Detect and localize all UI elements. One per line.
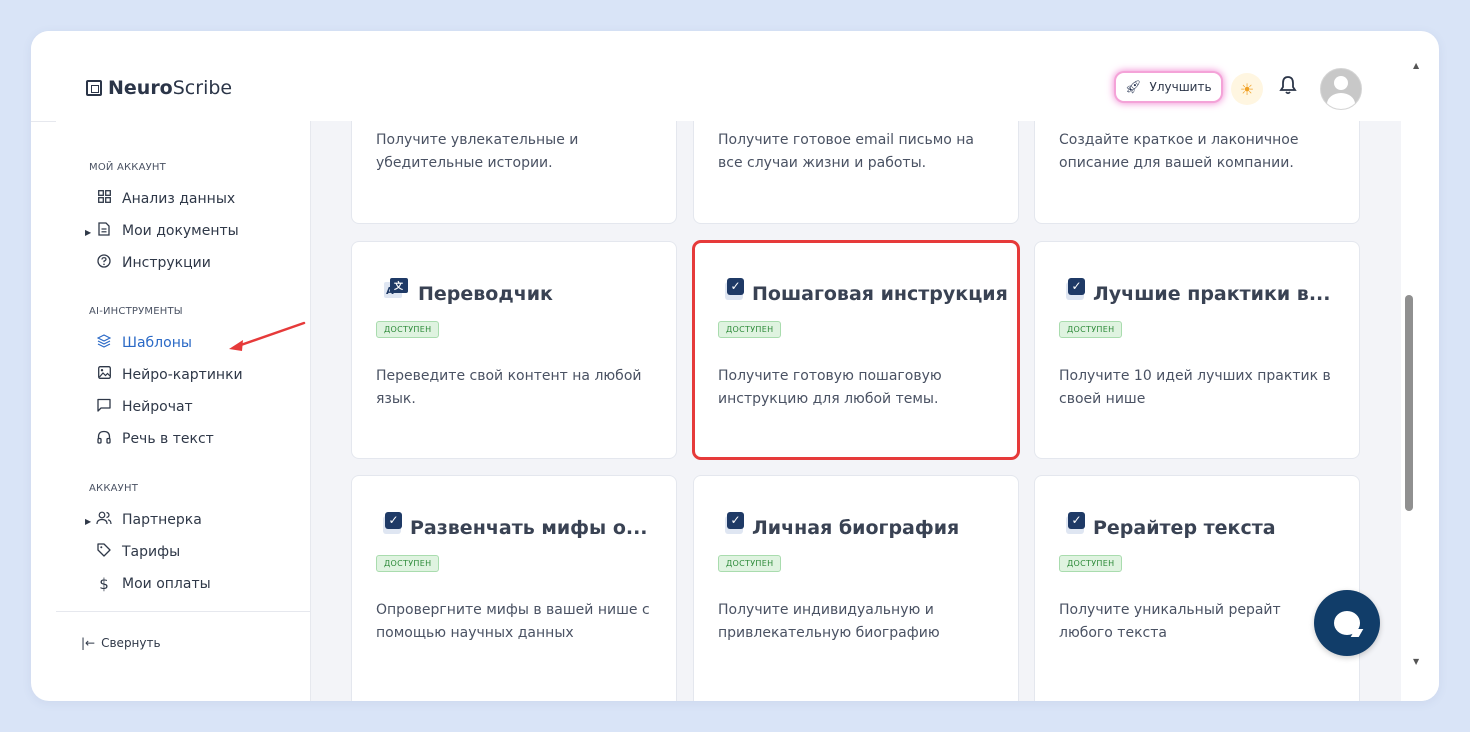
sidebar-item-tariffs[interactable]: Тарифы [96, 543, 180, 561]
checkbox-icon: ✓ [1066, 512, 1085, 534]
logo-icon [86, 80, 102, 96]
chat-bubble-icon [1334, 611, 1360, 635]
avatar[interactable] [1320, 68, 1362, 110]
logo-bold: Neuro [108, 77, 173, 99]
card-description: Получите готовую пошаговую инструкцию дл… [718, 368, 942, 407]
sidebar-item-templates[interactable]: Шаблоны [96, 334, 192, 352]
collapse-label: Свернуть [101, 636, 161, 650]
status-badge: ДОСТУПЕН [376, 321, 440, 338]
sidebar-item-partners[interactable]: Партнерка [96, 511, 202, 529]
card-title: Рерайтер текста [1093, 517, 1276, 539]
sidebar-item-speech-to-text[interactable]: Речь в текст [96, 430, 214, 448]
tag-icon [96, 543, 112, 561]
bell-icon[interactable] [1279, 75, 1297, 100]
sidebar-item-label: Инструкции [122, 255, 211, 271]
templates-grid: Получите увлекательные и убедительные ис… [311, 121, 1401, 701]
image-icon [96, 366, 112, 383]
card-description: Получите увлекательные и убедительные ис… [376, 132, 579, 171]
sidebar-item-my-payments[interactable]: $ Мои оплаты [96, 575, 211, 593]
template-card-rewriter[interactable]: ✓ Рерайтер текста ДОСТУПЕН Получите уник… [1034, 475, 1360, 701]
card-title: Развенчать мифы о... [410, 517, 648, 539]
support-chat-button[interactable] [1314, 590, 1380, 656]
dollar-icon: $ [99, 575, 109, 593]
sidebar-item-instructions[interactable]: Инструкции [96, 254, 211, 272]
help-circle-icon [96, 254, 112, 272]
collapse-left-icon: |← [81, 636, 96, 650]
section-title-account: АККАУНТ [89, 483, 139, 494]
template-card[interactable]: Получите увлекательные и убедительные ис… [351, 121, 677, 224]
card-title: Лучшие практики в... [1093, 283, 1331, 305]
sidebar-item-label: Шаблоны [122, 335, 192, 351]
chat-icon [96, 398, 112, 416]
annotation-arrow-icon [229, 321, 306, 351]
sidebar-item-data-analysis[interactable]: Анализ данных [96, 190, 235, 207]
checkbox-icon: ✓ [383, 512, 402, 534]
template-card[interactable]: Создайте краткое и лаконичное описание д… [1034, 121, 1360, 224]
card-description: Создайте краткое и лаконичное описание д… [1059, 132, 1299, 171]
svg-text:A: A [386, 286, 394, 297]
logo[interactable]: Neuro Scribe [86, 77, 232, 99]
upgrade-button[interactable]: 🚀︎ Улучшить [1116, 73, 1221, 101]
template-card-translator[interactable]: A文 Переводчик ДОСТУПЕН Переведите свой к… [351, 241, 677, 459]
template-card[interactable]: Получите готовое email письмо на все слу… [693, 121, 1019, 224]
card-title: Пошаговая инструкция [752, 283, 1008, 305]
card-description: Опровергните мифы в вашей нише с помощью… [376, 602, 650, 641]
card-description: Получите индивидуальную и привлекательну… [718, 602, 940, 641]
sidebar-item-label: Нейро-картинки [122, 366, 243, 383]
template-card-step-by-step[interactable]: ✓ Пошаговая инструкция ДОСТУПЕН Получите… [692, 240, 1020, 460]
card-description: Переведите свой контент на любой язык. [376, 368, 642, 407]
sidebar-item-label: Тарифы [122, 544, 181, 560]
status-badge: ДОСТУПЕН [718, 321, 782, 338]
sidebar-item-neuro-images[interactable]: Нейро-картинки [96, 366, 243, 383]
vertical-scrollbar[interactable]: ▲ ▼ [1401, 61, 1439, 701]
expand-caret-icon[interactable]: ▶ [85, 228, 91, 237]
scrollbar-thumb[interactable] [1405, 295, 1413, 511]
grid-icon [96, 190, 112, 207]
status-badge: ДОСТУПЕН [1059, 555, 1123, 572]
expand-caret-icon[interactable]: ▶ [85, 517, 91, 526]
sidebar: МОЙ АККАУНТ Анализ данных ▶ Мои документ… [56, 121, 311, 701]
sidebar-item-label: Речь в текст [122, 431, 214, 447]
sidebar-item-neurochat[interactable]: Нейрочат [96, 398, 193, 416]
sidebar-item-label: Партнерка [122, 512, 202, 528]
svg-text:文: 文 [393, 280, 404, 292]
status-badge: ДОСТУПЕН [1059, 321, 1123, 338]
card-description: Получите 10 идей лучших практик в своей … [1059, 368, 1331, 407]
headphones-icon [96, 430, 112, 448]
section-title-ai-tools: AI-ИНСТРУМЕНТЫ [89, 306, 183, 317]
status-badge: ДОСТУПЕН [718, 555, 782, 572]
top-header: Neuro Scribe 🚀︎ Улучшить ☀ [31, 31, 1401, 122]
sidebar-item-label: Анализ данных [122, 190, 236, 207]
card-title: Личная биография [752, 517, 960, 539]
sidebar-item-my-documents[interactable]: Мои документы [96, 222, 239, 240]
checkbox-icon: ✓ [725, 278, 744, 300]
checkbox-icon: ✓ [725, 512, 744, 534]
layers-icon [96, 334, 112, 352]
template-card-biography[interactable]: ✓ Личная биография ДОСТУПЕН Получите инд… [693, 475, 1019, 701]
sidebar-item-label: Мои оплаты [122, 576, 211, 592]
checkbox-icon: ✓ [1066, 278, 1085, 300]
status-badge: ДОСТУПЕН [376, 555, 440, 572]
document-icon [96, 222, 112, 240]
translate-icon: A文 [384, 278, 408, 298]
card-description: Получите уникальный рерайт любого текста [1059, 602, 1281, 641]
section-title-my-account: МОЙ АККАУНТ [89, 162, 166, 173]
template-card-debunk-myths[interactable]: ✓ Развенчать мифы о... ДОСТУПЕН Опроверг… [351, 475, 677, 701]
upgrade-label: Улучшить [1149, 80, 1212, 94]
sidebar-item-label: Мои документы [122, 223, 239, 239]
template-card-best-practices[interactable]: ✓ Лучшие практики в... ДОСТУПЕН Получите… [1034, 241, 1360, 459]
card-title: Переводчик [418, 283, 553, 305]
users-icon [96, 511, 112, 529]
sidebar-divider [56, 611, 310, 612]
scroll-up-icon[interactable]: ▲ [1413, 61, 1419, 70]
app-window: Neuro Scribe 🚀︎ Улучшить ☀ МОЙ АККАУНТ Ан… [31, 31, 1439, 701]
theme-toggle-sun-icon[interactable]: ☀ [1231, 73, 1263, 105]
card-description: Получите готовое email письмо на все слу… [718, 132, 975, 171]
rocket-icon: 🚀︎ [1125, 79, 1142, 95]
sidebar-item-label: Нейрочат [122, 399, 193, 415]
collapse-sidebar-button[interactable]: |← Свернуть [81, 636, 161, 650]
logo-regular: Scribe [172, 77, 233, 99]
scroll-down-icon[interactable]: ▼ [1413, 657, 1419, 666]
